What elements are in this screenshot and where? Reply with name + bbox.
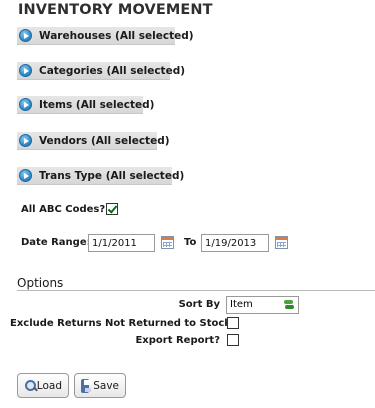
filter-warehouses[interactable]: Warehouses (All selected) — [17, 27, 194, 45]
filter-trans-type[interactable]: Trans Type (All selected) — [17, 167, 184, 185]
save-icon — [81, 378, 93, 393]
expand-icon[interactable] — [19, 134, 32, 147]
page-title: INVENTORY MOVEMENT — [18, 2, 213, 18]
expand-icon[interactable] — [19, 169, 32, 182]
save-button-label: Save — [93, 379, 119, 392]
options-divider — [17, 290, 375, 291]
abc-codes-label: All ABC Codes? — [21, 204, 106, 215]
export-report-label: Export Report? — [135, 335, 220, 346]
save-button[interactable]: Save — [74, 373, 126, 398]
sort-by-label: Sort By — [178, 299, 220, 310]
search-icon — [24, 379, 36, 393]
load-button-label: Load — [36, 379, 62, 392]
expand-icon[interactable] — [19, 64, 32, 77]
exclude-returns-checkbox[interactable] — [227, 317, 239, 329]
calendar-icon[interactable] — [161, 236, 174, 249]
swap-arrows-icon[interactable] — [282, 299, 296, 311]
filter-items[interactable]: Items (All selected) — [17, 96, 154, 114]
filter-label: Trans Type (All selected) — [39, 169, 185, 182]
date-from-input[interactable] — [88, 234, 155, 252]
sort-by-value: Item — [230, 299, 253, 310]
filter-label: Warehouses (All selected) — [39, 29, 194, 42]
date-to-label: To — [184, 237, 197, 248]
expand-icon[interactable] — [19, 98, 32, 111]
filter-label: Items (All selected) — [39, 98, 155, 111]
filter-label: Vendors (All selected) — [39, 134, 170, 147]
date-range-label: Date Range: — [21, 237, 91, 248]
filter-categories[interactable]: Categories (All selected) — [17, 62, 185, 80]
expand-icon[interactable] — [19, 29, 32, 42]
load-button[interactable]: Load — [17, 373, 69, 398]
sort-by-select[interactable]: Item — [226, 296, 299, 314]
abc-codes-checkbox[interactable] — [106, 203, 118, 215]
export-report-checkbox[interactable] — [227, 334, 239, 346]
date-to-input[interactable] — [201, 234, 269, 252]
filter-vendors[interactable]: Vendors (All selected) — [17, 132, 170, 150]
filter-label: Categories (All selected) — [39, 64, 186, 77]
exclude-returns-label: Exclude Returns Not Returned to Stock? — [10, 318, 237, 329]
calendar-icon[interactable] — [275, 236, 288, 249]
options-title: Options — [17, 276, 64, 290]
